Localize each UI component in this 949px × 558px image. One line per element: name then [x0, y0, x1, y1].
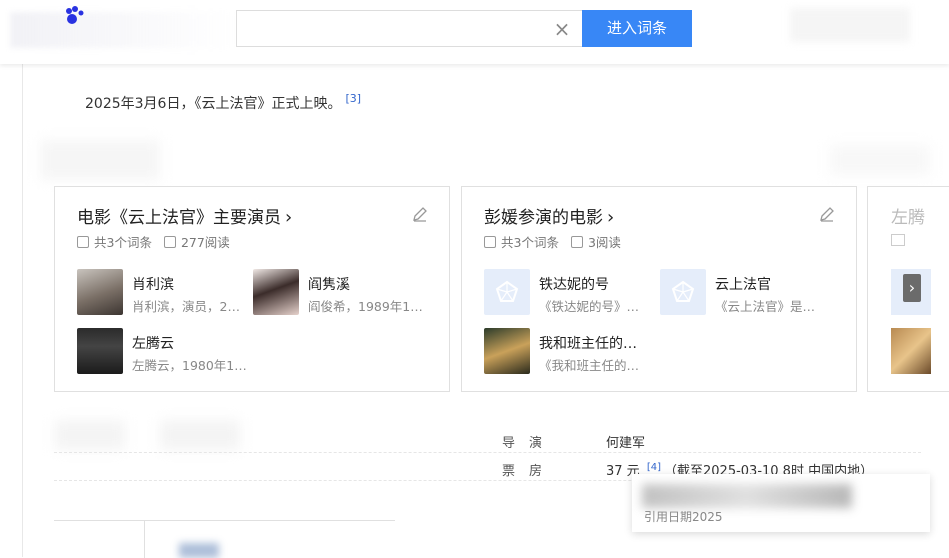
item-name: 云上法官 — [715, 277, 771, 293]
card-title[interactable]: 彭媛参演的电影 › — [484, 203, 614, 228]
item-name: 我和班主任的… — [539, 336, 637, 352]
item-name: 左腾云 — [132, 336, 174, 352]
edit-icon[interactable] — [818, 205, 836, 223]
entries-icon — [484, 235, 496, 248]
item-desc: 《云上法官》是… — [715, 299, 816, 314]
release-text: 2025年3月6日，《云上法官》正式上映。 — [85, 96, 342, 112]
item-desc: 《铁达妮的号》… — [539, 299, 640, 314]
card-meta: 共3个词条 3阅读 — [484, 232, 621, 251]
read-count: 277阅读 — [180, 235, 230, 250]
item-desc: 阎俊希，1989年1… — [308, 299, 423, 314]
entry-count: 共3个词条 — [94, 235, 152, 250]
blurred-reference-title — [642, 484, 852, 508]
pentagon-icon — [671, 280, 695, 302]
blurred-user-area — [790, 8, 910, 42]
card-title-text: 左腾 — [891, 208, 925, 228]
info-value[interactable]: 何建军 — [606, 432, 645, 451]
list-item[interactable]: 云上法官 《云上法官》是… — [660, 269, 840, 317]
poster-image — [891, 328, 931, 374]
item-desc: 《我和班主任的… — [539, 358, 640, 373]
chevron-right-icon[interactable]: › — [903, 274, 921, 302]
card-meta: 共3个词条 277阅读 — [77, 232, 230, 251]
card-title-text: 彭媛参演的电影 — [484, 208, 603, 228]
entry-count: 共3个词条 — [501, 235, 559, 250]
top-bar: × 进入词条 — [0, 0, 949, 64]
blurred-cell-content — [179, 543, 219, 558]
chevron-right-icon: › — [607, 207, 615, 228]
avatar — [77, 269, 123, 315]
card-filmography[interactable]: 彭媛参演的电影 › 共3个词条 3阅读 铁达妮的号 《铁达妮的号》… 云上法官 《… — [461, 186, 857, 392]
avatar — [253, 269, 299, 315]
poster-image — [484, 328, 530, 374]
placeholder-image — [660, 269, 706, 315]
list-item[interactable]: 铁达妮的号 《铁达妮的号》… — [484, 269, 664, 317]
item-name: 铁达妮的号 — [539, 277, 609, 293]
book-icon — [570, 235, 583, 248]
item-desc: 左腾云，1980年1… — [132, 358, 247, 373]
read-count: 3阅读 — [587, 235, 621, 250]
info-row-director: 导演 何建军 — [54, 425, 921, 453]
list-item[interactable]: 肖利滨 肖利滨，演员，2… — [77, 269, 257, 317]
item-name: 阎隽溪 — [308, 277, 350, 293]
entries-icon — [891, 234, 905, 246]
bottom-table — [54, 520, 395, 558]
blurred-section-heading — [40, 140, 160, 180]
entries-icon — [77, 235, 89, 248]
card-main-cast[interactable]: 电影《云上法官》主要演员 › 共3个词条 277阅读 肖利滨 肖利滨，演员，2… … — [54, 186, 450, 392]
item-desc: 肖利滨，演员，2… — [132, 299, 240, 314]
card-title-text: 电影《云上法官》主要演员 — [77, 208, 281, 228]
card-title[interactable]: 电影《云上法官》主要演员 › — [77, 203, 292, 228]
clear-icon[interactable]: × — [550, 17, 574, 41]
reference-link[interactable]: [3] — [345, 92, 361, 105]
release-paragraph: 2025年3月6日，《云上法官》正式上映。 [3] — [85, 92, 361, 113]
book-icon — [163, 235, 176, 248]
reference-tooltip: 引用日期2025 — [632, 474, 930, 532]
reference-date: 引用日期2025 — [644, 510, 723, 524]
item-name: 肖利滨 — [132, 277, 174, 293]
blurred-header-area — [10, 12, 235, 48]
reference-link[interactable]: [4] — [647, 462, 661, 473]
enter-entry-button[interactable]: 进入词条 — [582, 10, 692, 47]
search-input[interactable] — [236, 10, 582, 47]
list-item[interactable]: 左腾云 左腾云，1980年1… — [77, 328, 257, 376]
table-divider — [144, 521, 145, 558]
pentagon-icon — [495, 280, 519, 302]
blurred-section-action — [830, 145, 930, 175]
info-key: 导演 — [502, 436, 557, 451]
placeholder-image — [484, 269, 530, 315]
chevron-right-icon: › — [285, 207, 293, 228]
info-key: 票房 — [502, 464, 557, 479]
logo-icon[interactable] — [63, 5, 89, 25]
list-item[interactable]: 阎隽溪 阎俊希，1989年1… — [253, 269, 433, 317]
edit-icon[interactable] — [411, 205, 429, 223]
list-item[interactable]: 我和班主任的… 《我和班主任的… — [484, 328, 664, 376]
avatar — [77, 328, 123, 374]
